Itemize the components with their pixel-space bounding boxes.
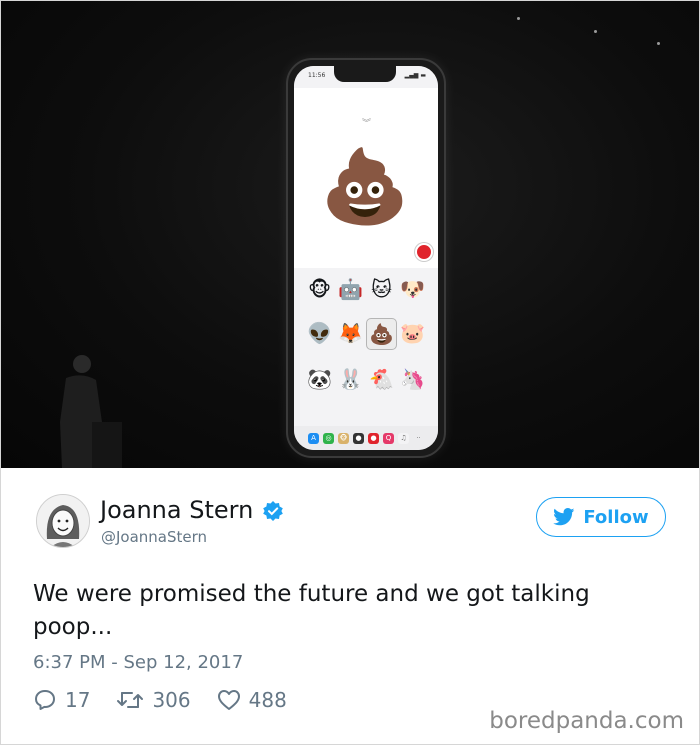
reply-count: 17 — [65, 688, 91, 712]
reply-action[interactable]: 17 — [33, 688, 90, 712]
retweet-icon — [117, 692, 144, 708]
author-name[interactable]: Joanna Stern — [100, 496, 253, 524]
like-action[interactable]: 488 — [217, 688, 287, 712]
app-drawer: A ◎ 🐵 ● ● Q ♫ ·· — [294, 426, 438, 450]
iphone-x-mockup: 11:56 ▂▄▆ ▬ ︾ 💩 🐵 🤖 🐱 🐶 👽 🦊 💩 🐷 🐼 🐰 🐔 🦄 A ◎ 🐵 ● ● Q ♫ ·· — [286, 58, 446, 458]
phone-screen: 11:56 ▂▄▆ ▬ ︾ 💩 🐵 🤖 🐱 🐶 👽 🦊 💩 🐷 🐼 🐰 🐔 🦄 A ◎ 🐵 ● ● Q ♫ ·· — [294, 66, 438, 450]
chevron-down-icon[interactable]: ︾ — [362, 116, 371, 129]
app-drawer-icon[interactable]: 🐵 — [338, 432, 349, 444]
app-drawer-icon[interactable]: Q — [383, 432, 394, 444]
app-drawer-icon[interactable]: ● — [353, 432, 364, 444]
presenter-silhouette — [60, 355, 122, 468]
tweet-timestamp[interactable]: 6:37 PM - Sep 12, 2017 — [33, 652, 243, 673]
app-drawer-icon[interactable]: ● — [368, 432, 379, 444]
animoji-option[interactable]: 🐷 — [397, 318, 428, 348]
like-count: 488 — [248, 688, 287, 712]
animoji-option[interactable]: 🐰 — [335, 364, 366, 394]
animoji-option[interactable]: 🐼 — [304, 364, 335, 394]
heart-icon — [217, 690, 240, 710]
animoji-option[interactable]: 💩 — [366, 318, 397, 350]
poop-animoji: 💩 — [320, 144, 410, 228]
retweet-action[interactable]: 306 — [116, 688, 191, 712]
app-drawer-icon[interactable]: ♫ — [398, 432, 409, 444]
animoji-option[interactable]: 👽 — [304, 318, 335, 348]
retweet-count: 306 — [152, 688, 191, 712]
animoji-preview: ︾ 💩 — [294, 88, 438, 268]
signal-battery-icon: ▂▄▆ ▬ — [404, 72, 426, 79]
animoji-option[interactable]: 🦄 — [397, 364, 428, 394]
status-time: 11:56 — [308, 72, 326, 79]
animoji-option[interactable]: 🐔 — [366, 364, 397, 394]
app-drawer-icon[interactable]: A — [308, 432, 319, 444]
animoji-option[interactable]: 🐶 — [397, 274, 428, 304]
animoji-grid: 🐵 🤖 🐱 🐶 👽 🦊 💩 🐷 🐼 🐰 🐔 🦄 — [304, 274, 428, 394]
app-drawer-icon[interactable]: ◎ — [323, 432, 334, 444]
avatar[interactable] — [36, 494, 90, 548]
follow-button[interactable]: Follow — [536, 497, 666, 537]
phone-notch — [334, 66, 396, 82]
reply-icon — [35, 690, 55, 710]
animoji-option[interactable]: 🦊 — [335, 318, 366, 348]
keynote-photo: 11:56 ▂▄▆ ▬ ︾ 💩 🐵 🤖 🐱 🐶 👽 🦊 💩 🐷 🐼 🐰 🐔 🦄 A ◎ 🐵 ● ● Q ♫ ·· — [0, 0, 700, 468]
animoji-option[interactable]: 🤖 — [335, 274, 366, 304]
author-handle[interactable]: @JoannaStern — [101, 528, 207, 546]
avatar-illustration-icon — [37, 495, 89, 547]
record-button[interactable] — [415, 243, 433, 261]
tweet-text: We were promised the future and we got t… — [33, 581, 590, 640]
follow-label: Follow — [583, 506, 649, 528]
animoji-option[interactable]: 🐵 — [304, 274, 335, 304]
animoji-option[interactable]: 🐱 — [366, 274, 397, 304]
verified-badge-icon — [263, 501, 283, 521]
twitter-bird-icon — [553, 508, 575, 526]
tweet-actions: 17 306 488 — [33, 688, 313, 712]
app-drawer-icon[interactable]: ·· — [413, 432, 424, 444]
boredpanda-watermark: boredpanda.com — [489, 708, 684, 734]
